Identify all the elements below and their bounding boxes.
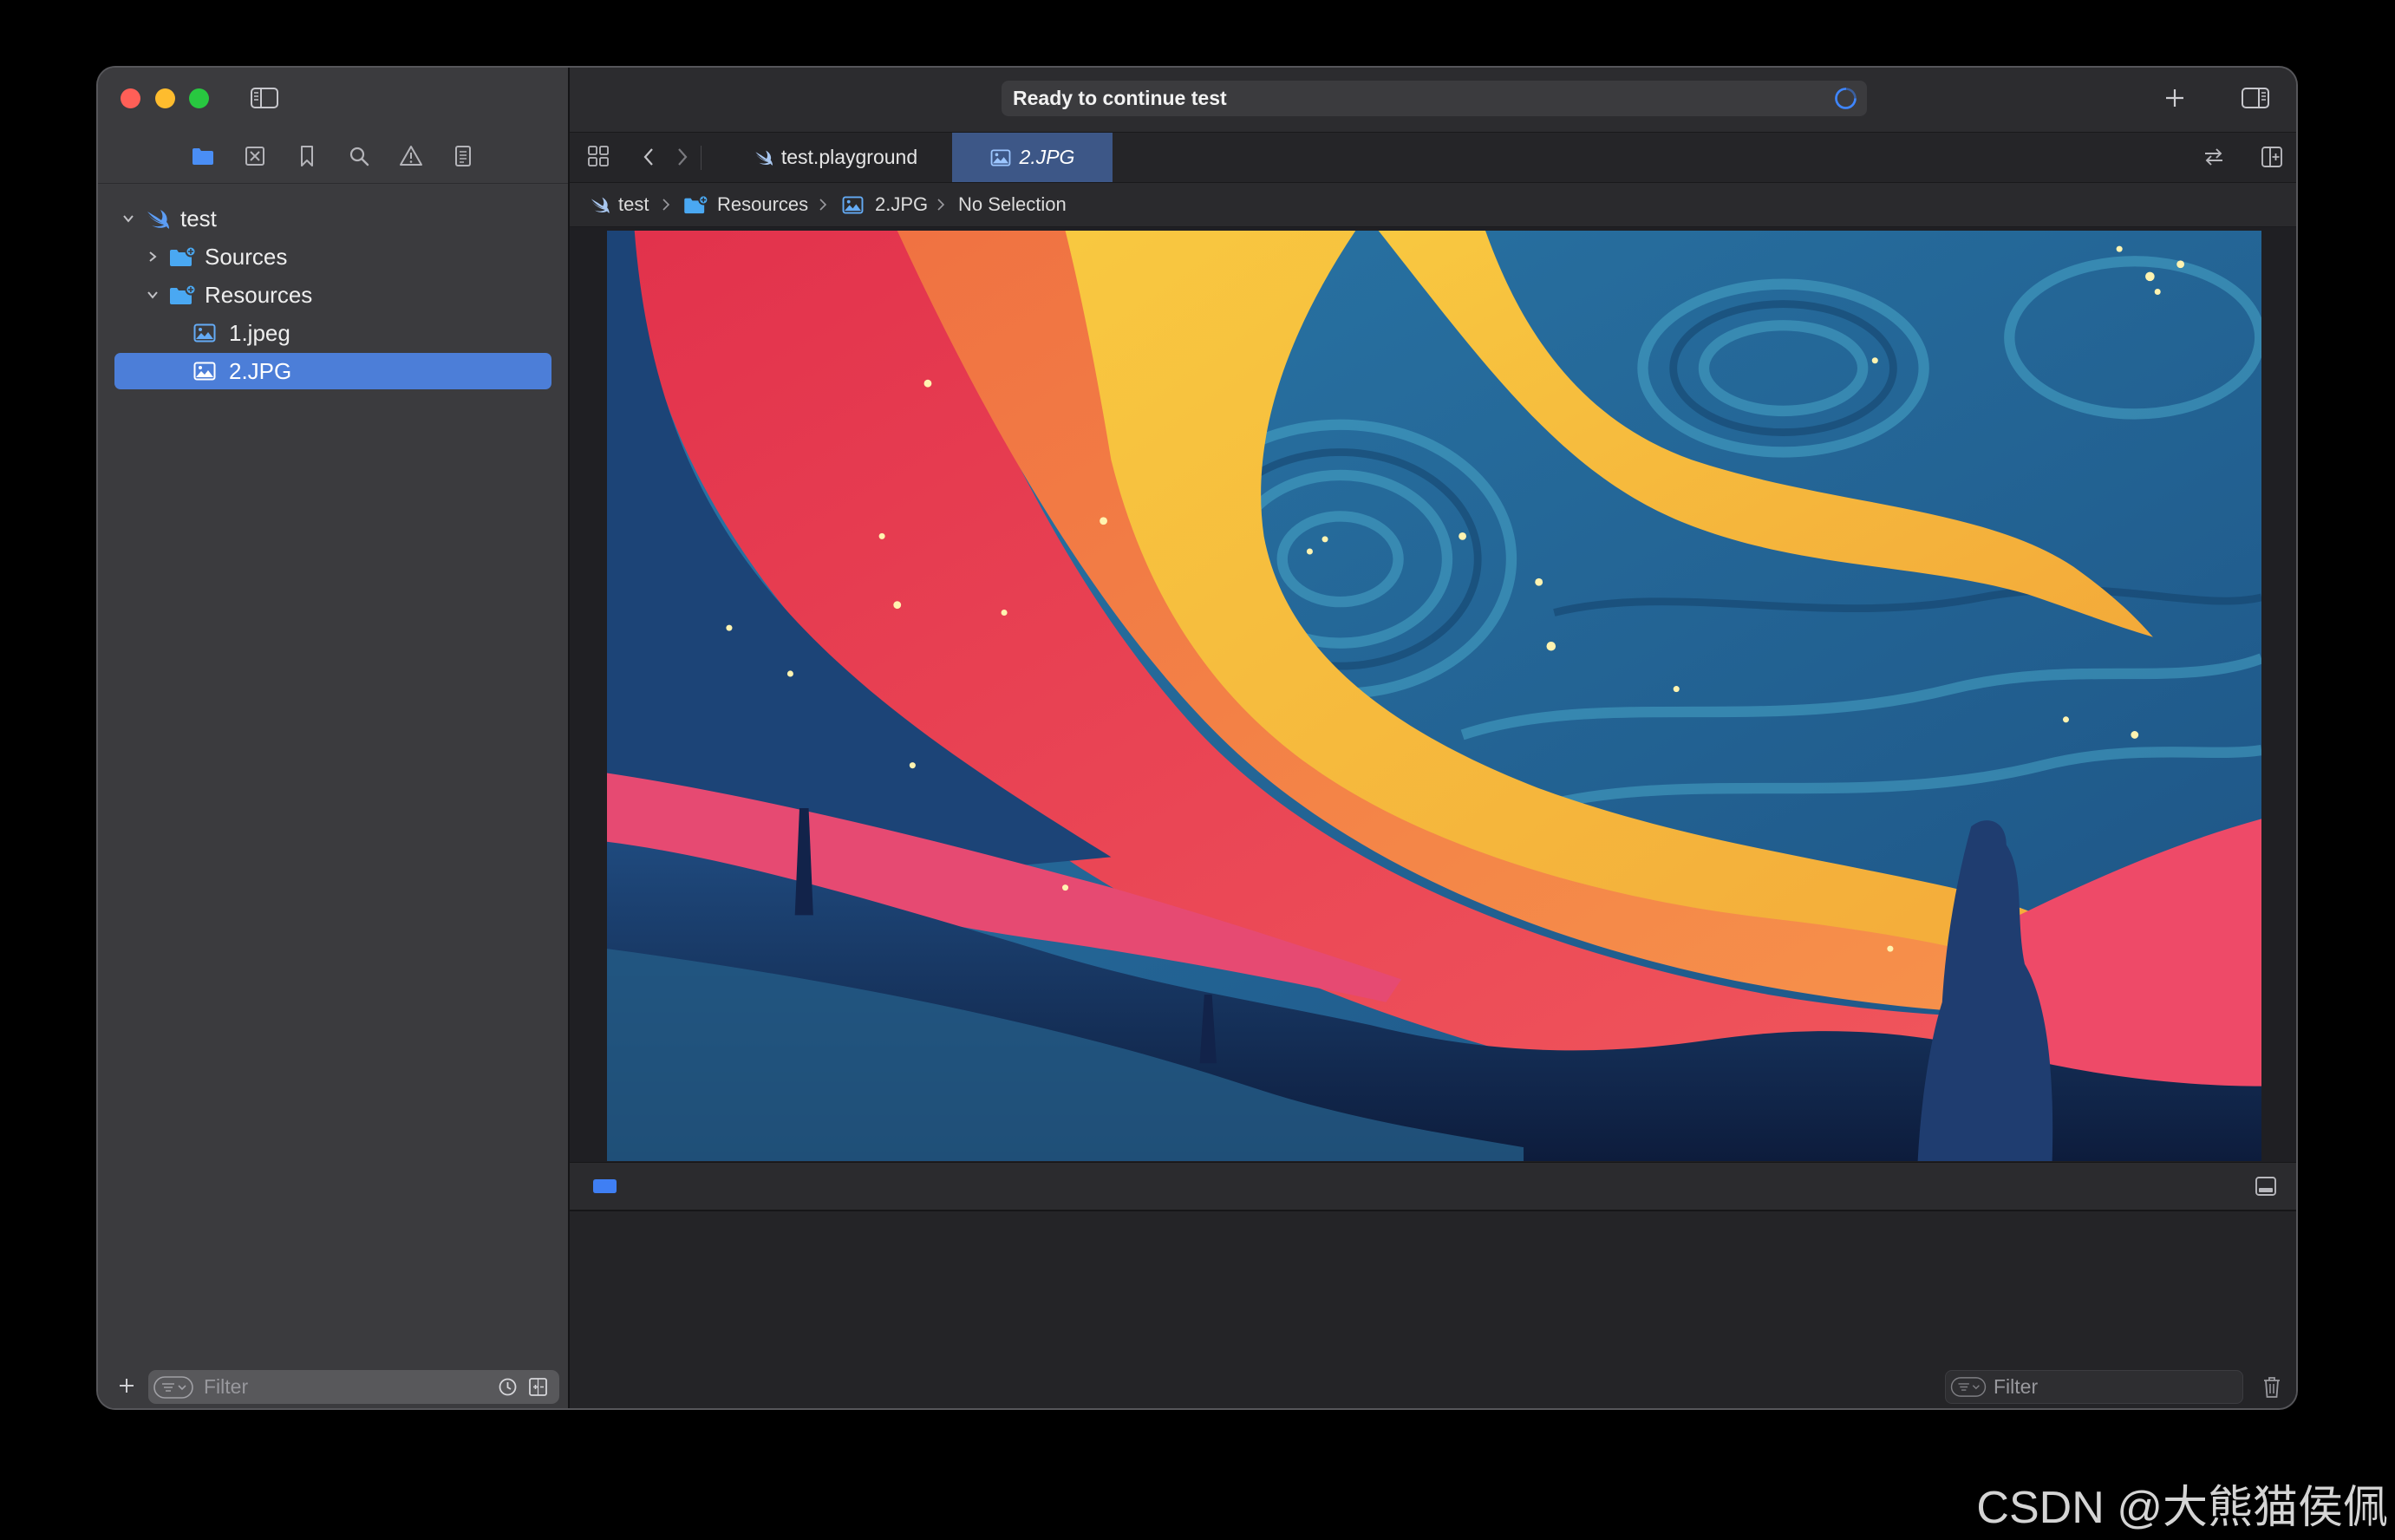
- swift-icon: [147, 210, 169, 229]
- zoom-button[interactable]: [189, 88, 209, 108]
- tree-item-1-jpeg[interactable]: 1.jpeg: [98, 314, 568, 352]
- inspector-toggle-icon[interactable]: [2241, 87, 2270, 109]
- source-control-icon[interactable]: [242, 143, 268, 169]
- folder-badge-icon: [170, 284, 197, 304]
- tab-test-playground[interactable]: test.playground: [719, 133, 952, 182]
- folder-badge-icon: [684, 195, 709, 214]
- navigator-divider: [98, 183, 568, 184]
- tree-item-test[interactable]: test: [98, 199, 568, 238]
- tree-item-label: Sources: [205, 244, 288, 270]
- breadcrumb-item-2-jpg[interactable]: 2.JPG: [875, 183, 928, 226]
- bookmark-icon[interactable]: [294, 143, 320, 169]
- image-icon: [842, 196, 864, 214]
- source-control-filter-icon[interactable]: [528, 1377, 548, 1397]
- swift-icon: [755, 150, 773, 166]
- navigator-filter-input[interactable]: [204, 1375, 481, 1399]
- tab-bar-divider: [701, 146, 702, 170]
- status-text: Ready to continue test: [1013, 87, 1227, 109]
- folder-icon[interactable]: [190, 143, 216, 169]
- activity-spinner-icon: [1835, 88, 1857, 109]
- editor-area: Ready to continue test test.playground 2…: [570, 68, 2296, 1408]
- report-icon[interactable]: [450, 143, 476, 169]
- tree-item-2-jpg[interactable]: 2.JPG: [98, 352, 568, 390]
- filter-options-icon[interactable]: [1950, 1377, 1987, 1397]
- recent-files-icon[interactable]: [498, 1377, 518, 1397]
- breadcrumb: test Resources 2.JPG No Selection: [570, 183, 2296, 227]
- tree-item-resources[interactable]: Resources: [98, 276, 568, 314]
- image-icon: [990, 148, 1010, 166]
- watermark: CSDN @大熊猫侯佩: [1976, 1483, 2388, 1533]
- breadcrumb-item-no-selection[interactable]: No Selection: [958, 183, 1067, 226]
- xcode-window: test Sources Resources 1.jpeg 2.JPG Filt…: [98, 68, 2296, 1408]
- swift-icon: [591, 197, 610, 213]
- warning-icon[interactable]: [398, 143, 424, 169]
- grid-icon[interactable]: [587, 145, 610, 167]
- navigator-sidebar: test Sources Resources 1.jpeg 2.JPG Filt…: [98, 68, 570, 1408]
- tree-item-label: test: [180, 206, 217, 232]
- image-icon: [193, 362, 216, 381]
- console-filter-field[interactable]: [1945, 1370, 2243, 1404]
- console-filter-input[interactable]: [1994, 1375, 2228, 1399]
- window-toolbar: Ready to continue test: [570, 68, 2296, 133]
- tree-item-label: 2.JPG: [229, 358, 292, 384]
- image-icon: [193, 323, 216, 343]
- preview-image: [607, 231, 2261, 1161]
- filter-options-icon[interactable]: [153, 1376, 193, 1399]
- forward-icon[interactable]: [675, 147, 689, 167]
- tree-item-label: 1.jpeg: [229, 320, 290, 346]
- add-file-icon[interactable]: [117, 1376, 136, 1395]
- add-editor-icon[interactable]: [2261, 146, 2283, 168]
- folder-badge-icon: [170, 246, 197, 266]
- tree-item-sources[interactable]: Sources: [98, 238, 568, 276]
- hide-debug-area-icon[interactable]: [2255, 1176, 2277, 1197]
- tab-2-jpg[interactable]: 2.JPG: [952, 133, 1113, 182]
- close-button[interactable]: [121, 88, 140, 108]
- console-toggle-icon[interactable]: [591, 1178, 617, 1195]
- breadcrumb-separator-icon: [662, 199, 670, 211]
- editor-tab-bar: test.playground 2.JPG: [570, 133, 2296, 183]
- debug-bar: [570, 1162, 2296, 1211]
- search-icon[interactable]: [346, 143, 372, 169]
- breadcrumb-separator-icon: [819, 199, 827, 211]
- back-icon[interactable]: [642, 147, 656, 167]
- swap-icon[interactable]: [2202, 145, 2226, 169]
- tree-item-label: Resources: [205, 282, 313, 308]
- image-preview-area: [570, 227, 2296, 1162]
- breadcrumb-item-resources[interactable]: Resources: [717, 183, 808, 226]
- tab-label: test.playground: [780, 146, 918, 168]
- chevron-down-icon[interactable]: [122, 212, 134, 225]
- activity-status[interactable]: Ready to continue test: [1002, 81, 1867, 116]
- trash-icon[interactable]: [2261, 1375, 2282, 1400]
- plus-icon[interactable]: [2163, 87, 2186, 109]
- sidebar-toggle-icon[interactable]: [250, 87, 279, 109]
- console-area[interactable]: [570, 1211, 2296, 1408]
- minimize-button[interactable]: [155, 88, 175, 108]
- chevron-right-icon[interactable]: [147, 251, 159, 263]
- tab-label: 2.JPG: [1019, 146, 1075, 168]
- breadcrumb-item-test[interactable]: test: [618, 183, 649, 226]
- navigator-filter-field[interactable]: [148, 1370, 559, 1404]
- chevron-down-icon[interactable]: [147, 289, 159, 301]
- breadcrumb-separator-icon: [937, 199, 945, 211]
